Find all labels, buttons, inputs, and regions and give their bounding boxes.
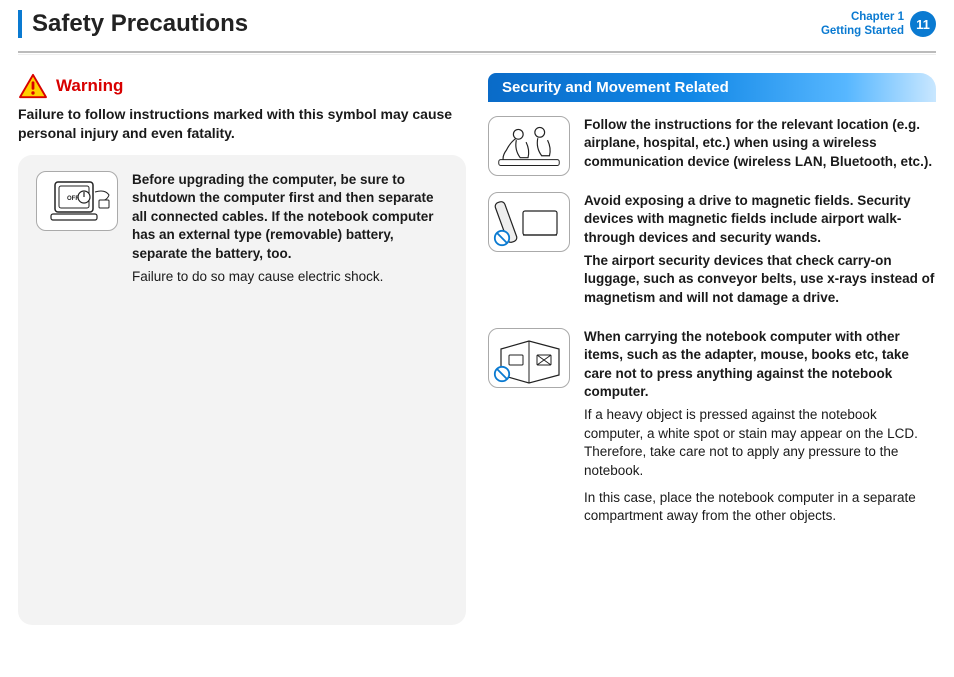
precaution-bold: Avoid exposing a drive to magnetic field… <box>584 192 936 248</box>
airplane-seat-icon <box>488 116 570 176</box>
precaution-bold: When carrying the notebook computer with… <box>584 328 936 403</box>
precaution-item: Follow the instructions for the relevant… <box>488 116 936 176</box>
page-number: 11 <box>916 17 930 32</box>
section-heading-text: Security and Movement Related <box>502 79 729 96</box>
chapter-line1: Chapter 1 <box>821 10 904 24</box>
precaution-item: When carrying the notebook computer with… <box>488 328 936 534</box>
page-header: Safety Precautions Chapter 1 Getting Sta… <box>18 10 936 45</box>
precaution-plain-1: If a heavy object is pressed against the… <box>584 406 936 481</box>
page-number-badge: 11 <box>910 11 936 37</box>
precaution-text: Avoid exposing a drive to magnetic field… <box>584 192 936 312</box>
bag-pressure-icon <box>488 328 570 388</box>
left-panel: OFF Before upgrading the computer, be su… <box>18 155 466 625</box>
precaution-bold: Before upgrading the computer, be sure t… <box>132 171 448 264</box>
right-column: Security and Movement Related Follow <box>488 73 936 625</box>
page-title: Safety Precautions <box>32 10 248 38</box>
chapter-label: Chapter 1 Getting Started <box>821 10 904 39</box>
precaution-item: OFF Before upgrading the computer, be su… <box>36 171 448 295</box>
warning-heading: Warning <box>18 73 466 99</box>
header-divider-inner <box>18 54 936 55</box>
prohibit-icon <box>493 229 511 247</box>
section-heading-bar: Security and Movement Related <box>488 73 936 102</box>
precaution-plain: Failure to do so may cause electric shoc… <box>132 268 448 287</box>
right-content: Follow the instructions for the relevant… <box>488 116 936 534</box>
prohibit-icon <box>493 365 511 383</box>
chapter-line2: Getting Started <box>821 24 904 38</box>
off-label: OFF <box>67 196 79 202</box>
magnet-wand-icon <box>488 192 570 252</box>
left-column: Warning Failure to follow instructions m… <box>18 73 466 625</box>
title-block: Safety Precautions <box>18 10 248 38</box>
precaution-text: When carrying the notebook computer with… <box>584 328 936 534</box>
precaution-plain-2: In this case, place the notebook compute… <box>584 489 936 526</box>
precaution-bold: Follow the instructions for the relevant… <box>584 116 936 172</box>
precaution-text: Follow the instructions for the relevant… <box>584 116 936 176</box>
precaution-text: Before upgrading the computer, be sure t… <box>132 171 448 295</box>
warning-intro-text: Failure to follow instructions marked wi… <box>18 105 466 143</box>
warning-label: Warning <box>56 76 123 96</box>
precaution-item: Avoid exposing a drive to magnetic field… <box>488 192 936 312</box>
warning-triangle-icon <box>18 73 48 99</box>
content-columns: Warning Failure to follow instructions m… <box>18 73 936 625</box>
shutdown-computer-icon: OFF <box>36 171 118 231</box>
header-divider <box>18 51 936 53</box>
chapter-block: Chapter 1 Getting Started 11 <box>821 10 936 39</box>
precaution-bold-2: The airport security devices that check … <box>584 252 936 308</box>
